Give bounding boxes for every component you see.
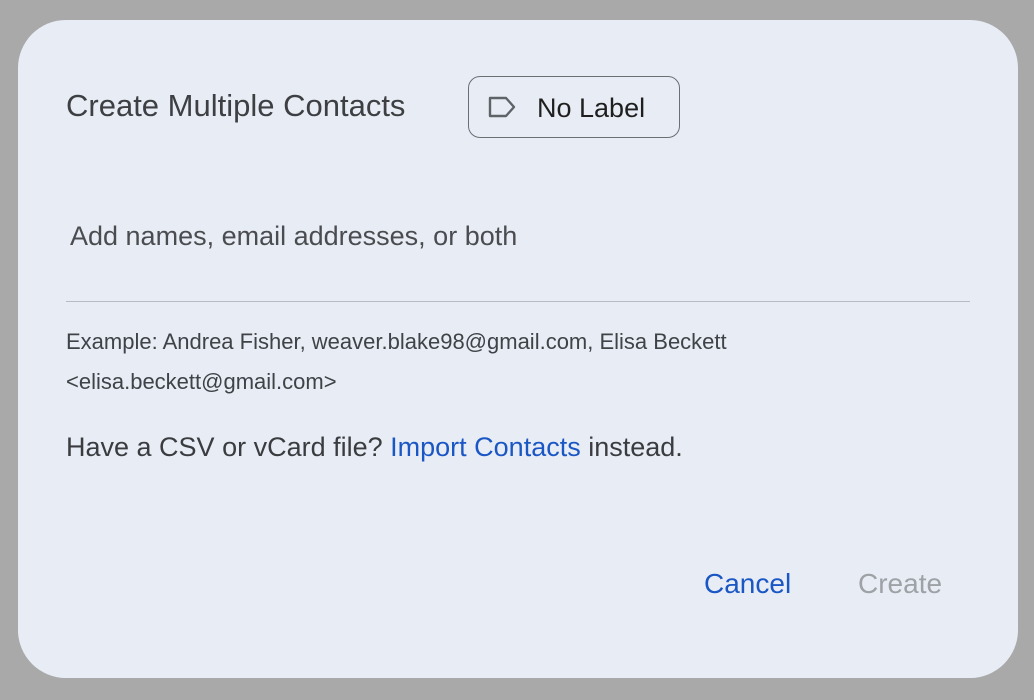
- import-contacts-link[interactable]: Import Contacts: [390, 432, 581, 462]
- cancel-button[interactable]: Cancel: [704, 568, 791, 600]
- import-prompt-prefix: Have a CSV or vCard file?: [66, 432, 391, 462]
- names-emails-input[interactable]: [66, 210, 970, 302]
- import-prompt: Have a CSV or vCard file? Import Contact…: [66, 432, 683, 463]
- dialog-title: Create Multiple Contacts: [66, 88, 406, 123]
- label-icon: [488, 96, 516, 118]
- label-chip-button[interactable]: No Label: [468, 76, 680, 138]
- label-chip-text: No Label: [537, 93, 646, 123]
- create-button[interactable]: Create: [858, 568, 942, 600]
- example-text: Example: Andrea Fisher, weaver.blake98@g…: [66, 329, 727, 394]
- import-prompt-suffix: instead.: [580, 432, 683, 462]
- create-multiple-contacts-dialog: Create Multiple Contacts No Label Exampl…: [18, 20, 1018, 678]
